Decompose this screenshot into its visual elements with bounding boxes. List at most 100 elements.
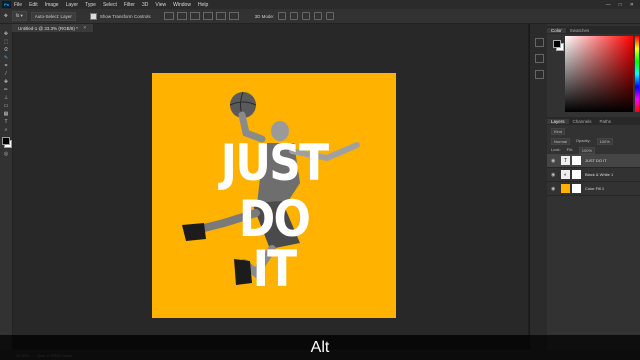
menu-type[interactable]: Type xyxy=(85,2,96,8)
menu-select[interactable]: Select xyxy=(103,2,117,8)
eraser-tool-icon[interactable]: ▭ xyxy=(3,104,9,109)
3d-scale-icon[interactable] xyxy=(326,12,335,20)
layer-filter-row: Kind xyxy=(551,128,566,135)
tab-channels[interactable]: Channels xyxy=(569,119,596,124)
foreground-color-swatch[interactable] xyxy=(2,137,10,145)
layer-filter-kind[interactable]: Kind xyxy=(551,128,566,135)
foreground-swatch[interactable] xyxy=(553,40,561,48)
layer-mask-thumb xyxy=(572,170,581,179)
collapsed-panels-column xyxy=(529,24,547,350)
move-tool-icon[interactable]: ✥ xyxy=(3,32,9,37)
menu-file[interactable]: File xyxy=(14,2,22,8)
align-bottom-icon[interactable] xyxy=(189,12,200,20)
crop-tool-icon[interactable]: ⌗ xyxy=(3,64,9,69)
layer-row[interactable]: ◉ Color Fill 1 xyxy=(547,182,640,196)
close-tab-icon[interactable]: ✕ xyxy=(83,25,87,31)
eye-icon[interactable]: ◉ xyxy=(551,186,557,192)
menu-help[interactable]: Help xyxy=(198,2,208,8)
layers-list: ◉ T JUST DO IT ◉ ◐ Black & White 1 ◉ Col… xyxy=(547,154,640,196)
move-tool-icon[interactable]: ✥ xyxy=(4,13,8,19)
opacity-input[interactable]: 100% xyxy=(596,138,613,145)
caption-text: Alt xyxy=(310,338,330,356)
menu-window[interactable]: Window xyxy=(173,2,191,8)
layer-row[interactable]: ◉ ◐ Black & White 1 xyxy=(547,168,640,182)
text-layer-thumb: T xyxy=(561,156,570,165)
3d-slide-icon[interactable] xyxy=(314,12,323,20)
eye-icon[interactable]: ◉ xyxy=(551,158,557,164)
3d-drag-icon[interactable] xyxy=(302,12,311,20)
fill-layer-thumb xyxy=(561,184,570,193)
lock-row: Lock: Fill: 100% xyxy=(551,147,596,154)
menu-bar: Ps File Edit Image Layer Type Select Fil… xyxy=(0,0,640,9)
tab-color[interactable]: Color xyxy=(547,27,566,33)
align-buttons xyxy=(161,12,239,20)
blend-mode-select[interactable]: Normal xyxy=(551,138,570,145)
right-panels: Color Swatches Layers Channels Paths Kin… xyxy=(547,24,640,350)
layer-row[interactable]: ◉ T JUST DO IT xyxy=(547,154,640,168)
minimize-button[interactable]: — xyxy=(606,2,611,8)
type-tool-icon[interactable]: T xyxy=(3,120,9,125)
align-left-icon[interactable] xyxy=(202,12,213,20)
blend-row: Normal Opacity: 100% xyxy=(551,138,613,145)
color-panel-tabs: Color Swatches xyxy=(547,26,640,34)
layers-panel-tabs: Layers Channels Paths xyxy=(547,117,640,125)
opacity-label: Opacity: xyxy=(575,138,591,143)
auto-select-dropdown[interactable]: Auto-Select: Layer xyxy=(30,11,76,21)
window-controls: — □ ✕ xyxy=(606,2,634,8)
options-bar: ✥ fit ▾ Auto-Select: Layer Show Transfor… xyxy=(0,9,640,24)
stamp-tool-icon[interactable]: ⊥ xyxy=(3,96,9,101)
marquee-tool-icon[interactable]: ⬚ xyxy=(3,40,9,45)
tab-paths[interactable]: Paths xyxy=(596,119,616,124)
zoom-tool-icon[interactable]: ⌕ xyxy=(3,128,9,133)
fill-input[interactable]: 100% xyxy=(578,147,596,154)
menu-filter[interactable]: Filter xyxy=(124,2,135,8)
slogan-line-3: IT xyxy=(252,240,298,298)
document-tab-bar: Untitled-1 @ 33.3% (RGB/8) * ✕ xyxy=(12,24,528,32)
close-button[interactable]: ✕ xyxy=(630,2,634,8)
menu-edit[interactable]: Edit xyxy=(29,2,38,8)
menu-3d[interactable]: 3D xyxy=(142,2,148,8)
history-panel-icon[interactable] xyxy=(535,38,544,47)
document-tab[interactable]: Untitled-1 @ 33.3% (RGB/8) * ✕ xyxy=(12,24,93,32)
artboard[interactable]: JUST DO IT xyxy=(152,73,396,318)
adjustment-layer-thumb: ◐ xyxy=(561,170,570,179)
brush-tool-icon[interactable]: ✏ xyxy=(3,88,9,93)
lock-label: Lock: xyxy=(551,147,561,152)
show-transform-checkbox[interactable] xyxy=(89,12,97,20)
tab-layers[interactable]: Layers xyxy=(547,118,569,124)
layer-name: Black & White 1 xyxy=(585,172,614,177)
eyedropper-tool-icon[interactable]: ⁄ xyxy=(3,72,9,77)
maximize-button[interactable]: □ xyxy=(619,2,622,8)
layer-mask-thumb xyxy=(572,184,581,193)
color-picker-field[interactable] xyxy=(565,36,633,112)
gradient-tool-icon[interactable]: ▦ xyxy=(3,112,9,117)
layer-name: Color Fill 1 xyxy=(585,186,605,191)
tab-swatches[interactable]: Swatches xyxy=(566,28,594,33)
menu-view[interactable]: View xyxy=(155,2,166,8)
lasso-tool-icon[interactable]: ᘓ xyxy=(3,48,9,53)
slogan-line-2: DO xyxy=(238,190,311,248)
properties-panel-icon[interactable] xyxy=(535,54,544,63)
document-tab-label: Untitled-1 @ 33.3% (RGB/8) * xyxy=(18,25,78,31)
menu-image[interactable]: Image xyxy=(45,2,59,8)
layer-mask-thumb xyxy=(572,156,581,165)
fill-label: Fill: xyxy=(566,147,573,152)
3d-mode-label: 3D Mode: xyxy=(254,13,275,19)
layer-name: JUST DO IT xyxy=(585,158,607,163)
align-right-icon[interactable] xyxy=(228,12,239,20)
quick-select-tool-icon[interactable]: ✎ xyxy=(3,56,9,61)
healing-tool-icon[interactable]: ✚ xyxy=(3,80,9,85)
eye-icon[interactable]: ◉ xyxy=(551,172,557,178)
tools-panel: ✥ ⬚ ᘓ ✎ ⌗ ⁄ ✚ ✏ ⊥ ▭ ▦ T ⌕ ◎ xyxy=(0,24,13,350)
hue-slider[interactable] xyxy=(635,36,639,112)
tool-preset-picker[interactable]: fit ▾ xyxy=(11,11,27,21)
align-top-icon[interactable] xyxy=(163,12,174,20)
adjustments-panel-icon[interactable] xyxy=(535,70,544,79)
3d-roll-icon[interactable] xyxy=(290,12,299,20)
3d-rotate-icon[interactable] xyxy=(278,12,287,20)
show-transform-label: Show Transform Controls xyxy=(99,13,151,19)
menu-layer[interactable]: Layer xyxy=(66,2,79,8)
align-center-icon[interactable] xyxy=(215,12,226,20)
align-middle-icon[interactable] xyxy=(176,12,187,20)
quick-mask-icon[interactable]: ◎ xyxy=(3,152,9,157)
